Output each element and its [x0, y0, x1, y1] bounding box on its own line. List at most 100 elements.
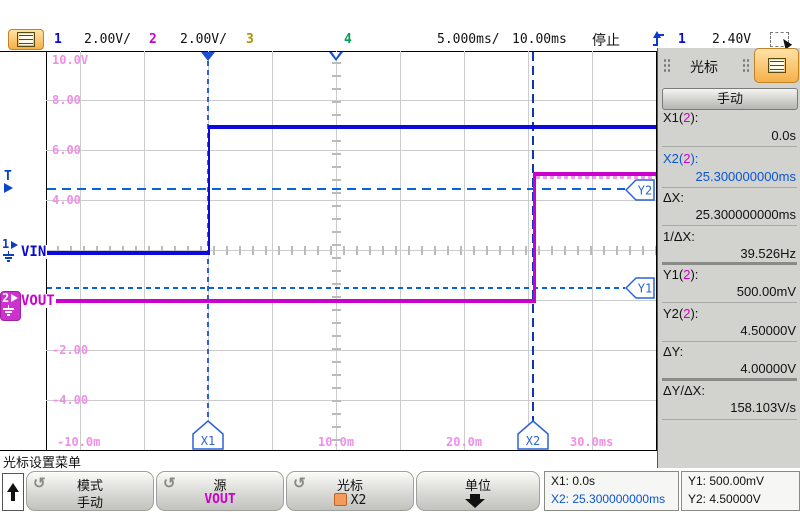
divider: [662, 187, 797, 188]
gridline: [46, 100, 656, 101]
vout-channel-label[interactable]: VOUT: [20, 294, 56, 308]
field-value: 25.300000000ms: [662, 207, 796, 223]
panel-menu-button[interactable]: [754, 48, 799, 83]
menu-back-button[interactable]: [2, 473, 24, 511]
field-value: 39.526Hz: [662, 246, 796, 262]
divider: [662, 302, 797, 303]
svg-text:X1: X1: [201, 434, 215, 448]
x-axis-label: 30.0ms: [570, 435, 613, 449]
ch1-number[interactable]: 1: [54, 31, 62, 49]
cursor-x2-flag[interactable]: X2: [517, 420, 549, 450]
softkey-value: 手动: [27, 492, 153, 511]
divider: [662, 225, 797, 226]
divider-thick: [662, 262, 797, 265]
x-axis-label: -10.0m: [57, 435, 100, 449]
divider-thick: [662, 378, 797, 381]
divider: [662, 341, 797, 342]
softkey-value: X2: [287, 492, 413, 508]
svg-text:X2: X2: [526, 434, 540, 448]
menu-icon: [768, 58, 786, 73]
y-axis-label: 8.00: [52, 93, 81, 107]
ch2-scale[interactable]: 2.00V/: [180, 31, 227, 49]
field-label: X1(2):: [663, 110, 796, 126]
field-value: 158.103V/s: [662, 400, 796, 416]
field-value: 4.50000V: [662, 323, 796, 339]
x1-readout: X1: 0.0s: [545, 472, 678, 490]
field-value: 500.00mV: [662, 284, 796, 300]
trigger-edge-icon: [651, 30, 666, 48]
cursor-y1-flag[interactable]: Y1: [625, 277, 656, 299]
cursor-mode-label: 手动: [717, 91, 743, 106]
timebase-readout[interactable]: 5.000ms/: [437, 31, 500, 49]
ch2-marker-arrow-icon: [11, 294, 18, 302]
delay-readout[interactable]: 10.00ms: [512, 31, 567, 49]
cursor-y1-line[interactable]: [47, 287, 625, 289]
vin-trace-low: [47, 251, 208, 255]
softkey-mode[interactable]: ↺ 模式 手动: [26, 471, 154, 511]
field-value: 0.0s: [662, 128, 796, 144]
panel-title: 光标: [690, 57, 718, 77]
softkey-cursor[interactable]: ↺ 光标 X2: [286, 471, 414, 511]
up-arrow-stem: [11, 492, 15, 501]
vin-channel-label[interactable]: VIN: [20, 245, 47, 259]
ch1-marker-number: 1: [2, 238, 9, 250]
field-label: ΔX:: [663, 190, 796, 206]
softkey-units[interactable]: 单位: [416, 471, 540, 511]
gridline: [46, 200, 656, 201]
field-label: ΔY:: [663, 344, 796, 360]
divider: [662, 419, 797, 420]
menu-icon: [17, 32, 35, 47]
vout-trace-low: [47, 299, 533, 303]
y-cursor-readout-box: Y1: 500.00mV Y2: 4.50000V: [681, 471, 800, 511]
y-axis-label: 10.0V: [52, 53, 88, 67]
ch2-number[interactable]: 2: [149, 31, 157, 49]
vout-trace-edge: [533, 172, 536, 303]
ch3-number[interactable]: 3: [246, 31, 254, 49]
svg-text:Y1: Y1: [638, 282, 652, 296]
cursor-panel: 光标 手动 X1(2): 0.0s X2(2): 25.300000000ms …: [657, 48, 800, 468]
trigger-level[interactable]: 2.40V: [712, 31, 751, 49]
softkey-title: 单位: [417, 475, 539, 494]
vin-trace-edge: [208, 125, 210, 255]
divider: [662, 146, 797, 147]
field-label: ΔY/ΔX:: [663, 383, 796, 399]
main-menu-button[interactable]: [8, 29, 44, 50]
trigger-level-arrow-icon[interactable]: [4, 183, 13, 193]
plot-bottom-border: [0, 450, 657, 451]
cursor-y2-flag[interactable]: Y2: [625, 179, 656, 201]
ch4-number[interactable]: 4: [344, 31, 352, 49]
softkey-source[interactable]: ↺ 源 VOUT: [156, 471, 284, 511]
cursor-x1-top-marker-icon[interactable]: [201, 52, 215, 61]
panel-grip-icon[interactable]: [742, 58, 750, 73]
ch2-position-marker[interactable]: 2: [0, 291, 21, 321]
gridline: [46, 150, 656, 151]
run-status: 停止: [592, 31, 620, 49]
x-axis-label: 20.0m: [446, 435, 482, 449]
up-arrow-icon: [7, 483, 19, 492]
gridline: [46, 350, 656, 351]
vin-trace-high: [210, 125, 656, 129]
y-axis-label: -2.00: [52, 343, 88, 357]
trigger-source[interactable]: 1: [678, 31, 686, 49]
field-value: 4.00000V: [662, 361, 796, 377]
y2-readout: Y2: 4.50000V: [682, 490, 799, 508]
ground-icon: [3, 251, 14, 262]
y1-readout: Y1: 500.00mV: [682, 472, 799, 490]
ch1-position-marker[interactable]: 1: [2, 238, 19, 266]
y-axis-label: 4.00: [52, 193, 81, 207]
cursor-mode-button[interactable]: 手动: [662, 88, 798, 110]
field-label: X2(2):: [663, 151, 796, 167]
ch1-scale[interactable]: 2.00V/: [84, 31, 131, 49]
gridline: [46, 400, 656, 401]
x2-readout: X2: 25.300000000ms: [545, 490, 678, 508]
svg-text:Y2: Y2: [638, 184, 652, 198]
cursor-y2-line[interactable]: [47, 188, 625, 190]
y-axis-label: 6.00: [52, 143, 81, 157]
softkey-value: VOUT: [157, 492, 283, 507]
y-axis-label: -4.00: [52, 393, 88, 407]
cursor-x1-flag[interactable]: X1: [192, 420, 224, 450]
x-cursor-readout-box: X1: 0.0s X2: 25.300000000ms: [544, 471, 679, 511]
panel-grip-icon[interactable]: [663, 58, 671, 73]
trigger-position-marker-inner: [332, 52, 340, 58]
x-axis-label: 10.0m: [318, 435, 354, 449]
